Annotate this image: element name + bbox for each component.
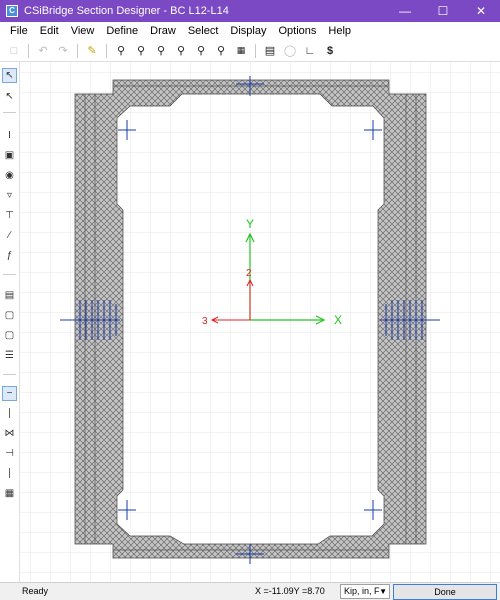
section-drawing[interactable]: X Y 3 2 — [20, 62, 500, 582]
menu-select[interactable]: Select — [182, 22, 225, 40]
close-button[interactable]: ✕ — [462, 0, 500, 22]
menu-display[interactable]: Display — [224, 22, 272, 40]
display-icon[interactable]: ◯ — [282, 43, 298, 59]
new-icon[interactable]: □ — [6, 43, 22, 59]
menu-define[interactable]: Define — [100, 22, 144, 40]
drawing-canvas[interactable]: X Y 3 2 — [20, 62, 500, 582]
done-button[interactable]: Done — [393, 584, 497, 600]
menu-edit[interactable]: Edit — [34, 22, 65, 40]
toolbar-separator — [106, 43, 107, 58]
toolbar-separator — [3, 112, 16, 113]
axis-2-label: 2 — [246, 268, 252, 279]
draw-poly-icon[interactable]: ▿ — [2, 188, 17, 203]
draw-ref-icon[interactable]: ☰ — [2, 348, 17, 363]
draw-bar-edge-icon[interactable]: ∣ — [2, 466, 17, 481]
zoom-previous-icon[interactable]: ⚲ — [213, 43, 229, 59]
pan-icon[interactable]: ⚲ — [193, 43, 209, 59]
status-text: Ready — [22, 586, 49, 596]
zoom-out-icon[interactable]: ⚲ — [173, 43, 189, 59]
minimize-button[interactable]: — — [386, 0, 424, 22]
zoom-restore-icon[interactable]: ⚲ — [133, 43, 149, 59]
draw-caltrans-icon[interactable]: ⊤ — [2, 208, 17, 223]
menu-file[interactable]: File — [4, 22, 34, 40]
cursor-coordinates: X =-11.09Y =8.70 — [255, 586, 325, 596]
main-toolbar: □ ↶ ↷ ✎ ⚲ ⚲ ⚲ ⚲ ⚲ ⚲ ▦ ▤ ◯ ∟ $ — [0, 40, 500, 62]
draw-plate-icon[interactable]: ▤ — [2, 288, 17, 303]
zoom-in-icon[interactable]: ⚲ — [153, 43, 169, 59]
window-title: CSiBridge Section Designer - BC L12-L14 — [24, 5, 229, 17]
toolbar-separator — [3, 274, 16, 275]
section-props-icon[interactable]: ▦ — [233, 43, 249, 59]
draw-bar-poly-icon[interactable]: ▦ — [2, 486, 17, 501]
axis-3-label: 3 — [202, 316, 208, 327]
draw-rebar-icon[interactable]: ƒ — [2, 248, 17, 263]
draw-toolbar: ↖ ↖ I ▣ ◉ ▿ ⊤ ∕ ƒ ▤ ▢ ▢ ☰ − ∣ ⋈ ⊣ ∣ ▦ — [0, 62, 20, 582]
draw-bar-circle-icon[interactable]: ⊣ — [2, 446, 17, 461]
pointer-icon[interactable]: ↖ — [2, 68, 17, 83]
title-bar: C CSiBridge Section Designer - BC L12-L1… — [0, 0, 500, 22]
draw-solid-icon[interactable]: ▢ — [2, 308, 17, 323]
draw-circle-icon[interactable]: ◉ — [2, 168, 17, 183]
units-value: Kip, in, F — [344, 586, 380, 596]
menu-draw[interactable]: Draw — [144, 22, 182, 40]
maximize-button[interactable]: ☐ — [424, 0, 462, 22]
undo-icon[interactable]: ↶ — [35, 43, 51, 59]
toolbar-separator — [28, 43, 29, 58]
toolbar-separator — [77, 43, 78, 58]
status-bar: Ready X =-11.09Y =8.70 Kip, in, F ▼ Done — [0, 582, 500, 600]
toolbar-separator — [255, 43, 256, 58]
draw-structural-icon[interactable]: I — [2, 128, 17, 143]
x-axis-label: X — [334, 313, 342, 327]
draw-bar-line-icon[interactable]: ∣ — [2, 406, 17, 421]
zoom-window-icon[interactable]: ⚲ — [113, 43, 129, 59]
interaction-icon[interactable]: $ — [322, 43, 338, 59]
moment-curvature-icon[interactable]: ∟ — [302, 43, 318, 59]
properties-icon[interactable]: ▤ — [262, 43, 278, 59]
menu-bar: File Edit View Define Draw Select Displa… — [0, 22, 500, 40]
draw-rect-icon[interactable]: ▣ — [2, 148, 17, 163]
draw-bar-rect-icon[interactable]: ⋈ — [2, 426, 17, 441]
y-axis-label: Y — [246, 217, 254, 231]
menu-help[interactable]: Help — [322, 22, 357, 40]
reshape-icon[interactable]: ↖ — [2, 89, 17, 104]
draw-line-icon[interactable]: ∕ — [2, 228, 17, 243]
draw-hollow-icon[interactable]: ▢ — [2, 328, 17, 343]
menu-view[interactable]: View — [65, 22, 101, 40]
menu-options[interactable]: Options — [272, 22, 322, 40]
redo-icon[interactable]: ↷ — [55, 43, 71, 59]
units-dropdown[interactable]: Kip, in, F ▼ — [340, 584, 390, 599]
app-icon: C — [6, 5, 18, 17]
chevron-down-icon: ▼ — [379, 587, 387, 596]
draw-single-bar-icon[interactable]: − — [2, 386, 17, 401]
pencil-icon[interactable]: ✎ — [84, 43, 100, 59]
toolbar-separator — [3, 374, 16, 375]
